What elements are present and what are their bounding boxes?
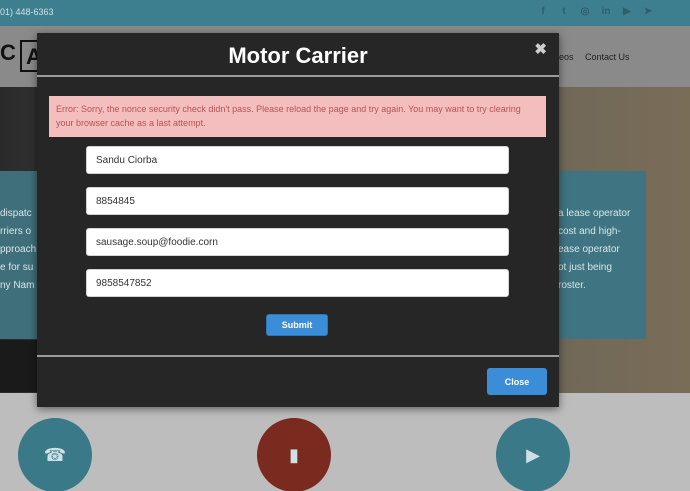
hero-card-left: dispatc rriers o pproach e for su ny Nam bbox=[0, 171, 37, 339]
hero-right-line: a lease operator bbox=[558, 208, 631, 219]
error-message: Error: Sorry, the nonce security check d… bbox=[49, 96, 546, 137]
motor-carrier-modal: Motor Carrier ✖ Error: Sorry, the nonce … bbox=[37, 33, 559, 407]
phone-field[interactable] bbox=[86, 187, 509, 215]
hero-dark-strip bbox=[0, 340, 37, 392]
hero-left-line: e for su bbox=[0, 262, 34, 273]
modal-header-divider bbox=[37, 75, 559, 77]
hero-right-line: ease operator bbox=[558, 244, 620, 255]
modal-title: Motor Carrier bbox=[228, 43, 368, 68]
phone-number: 01) 448-6363 bbox=[0, 7, 54, 17]
telegram-icon[interactable]: ➤ bbox=[642, 5, 654, 17]
email-field[interactable] bbox=[86, 228, 509, 256]
nav-item-contact[interactable]: Contact Us bbox=[585, 52, 630, 62]
social-links: f t ◎ in ▶ ➤ bbox=[537, 5, 654, 17]
hero-right-line: cost and high- bbox=[558, 226, 621, 237]
hero-right-line: roster. bbox=[558, 280, 586, 291]
name-field[interactable] bbox=[86, 146, 509, 174]
modal-footer-divider bbox=[37, 355, 559, 357]
hero-left-line: pproach bbox=[0, 244, 37, 255]
top-bar: 01) 448-6363 f t ◎ in ▶ ➤ bbox=[0, 0, 690, 26]
linkedin-icon[interactable]: in bbox=[600, 5, 612, 17]
facebook-icon[interactable]: f bbox=[537, 5, 549, 17]
hero-left-line: dispatc bbox=[0, 208, 32, 219]
nav-item-fragment[interactable]: eos bbox=[559, 52, 574, 62]
youtube-icon[interactable]: ▶ bbox=[496, 418, 570, 491]
hero-right-line: ot just being bbox=[558, 262, 612, 273]
close-button[interactable]: Close bbox=[487, 368, 547, 395]
mobile-field[interactable] bbox=[86, 269, 509, 297]
twitter-icon[interactable]: t bbox=[558, 5, 570, 17]
instagram-icon[interactable]: ◎ bbox=[579, 5, 591, 17]
hero-left-line: ny Nam bbox=[0, 280, 35, 291]
close-icon[interactable]: ✖ bbox=[534, 40, 547, 58]
headset-icon[interactable]: ☎ bbox=[18, 418, 92, 491]
truck-icon[interactable]: ▮ bbox=[257, 418, 331, 491]
submit-button[interactable]: Submit bbox=[266, 314, 328, 336]
hero-card-right: a lease operator cost and high- ease ope… bbox=[558, 171, 646, 339]
youtube-icon[interactable]: ▶ bbox=[621, 5, 633, 17]
hero-left-line: rriers o bbox=[0, 226, 32, 237]
logo-fragment: C bbox=[0, 40, 16, 65]
services-section bbox=[0, 393, 690, 491]
